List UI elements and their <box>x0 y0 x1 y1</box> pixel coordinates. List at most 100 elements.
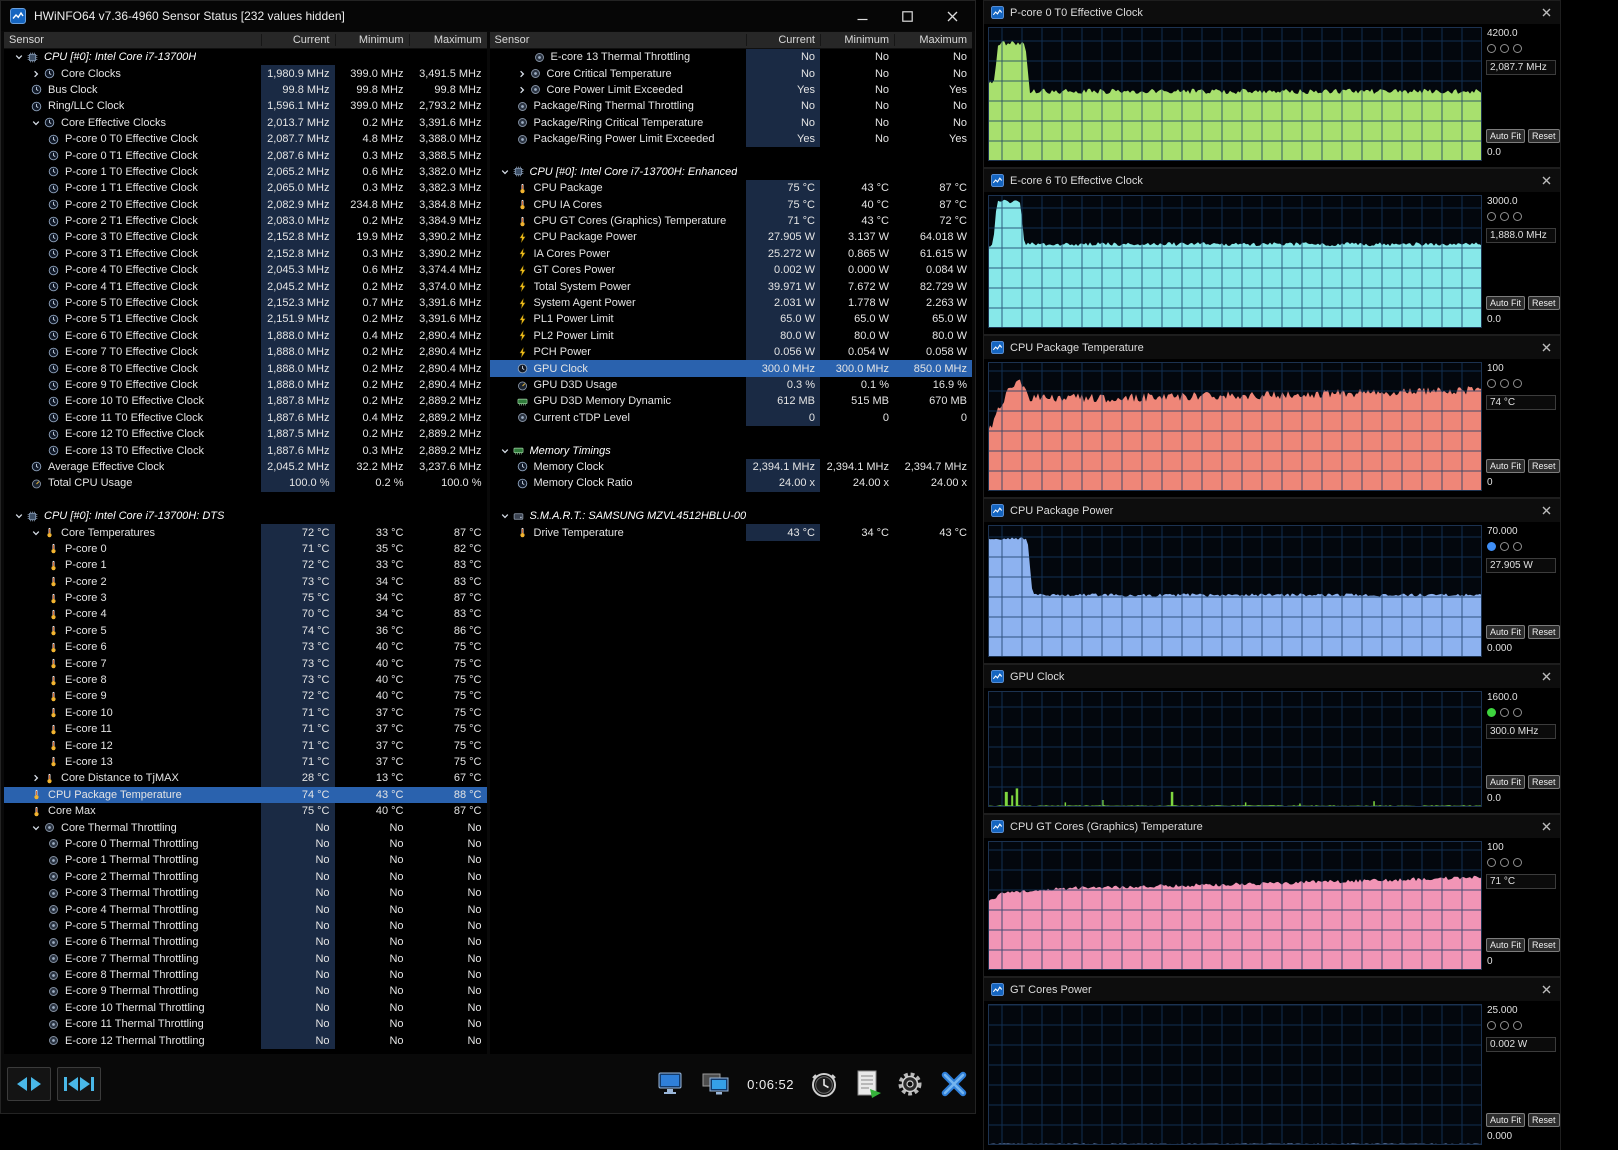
auto-fit-button[interactable]: Auto Fit <box>1486 775 1525 789</box>
sensor-row[interactable]: Total CPU Usage100.0 %0.2 %100.0 % <box>4 475 487 491</box>
titlebar[interactable]: HWiNFO64 v7.36-4960 Sensor Status [232 v… <box>1 1 975 31</box>
column-header-current[interactable]: Current <box>261 34 335 46</box>
auto-fit-button[interactable]: Auto Fit <box>1486 1113 1525 1127</box>
sensor-row[interactable]: E-core 1171 °C37 °C75 °C <box>4 721 487 737</box>
sensor-row[interactable]: PCH Power0.056 W0.054 W0.058 W <box>490 344 973 360</box>
clock-button[interactable] <box>809 1069 839 1099</box>
close-sensors-button[interactable] <box>939 1069 969 1099</box>
sensor-group-row[interactable]: CPU [#0]: Intel Core i7-13700H: DTS <box>4 508 487 524</box>
sensor-row[interactable]: P-core 2 Thermal ThrottlingNoNoNo <box>4 869 487 885</box>
sensor-row[interactable]: E-core 8 T0 Effective Clock1,888.0 MHz0.… <box>4 360 487 376</box>
series-color-dot[interactable] <box>1487 542 1496 551</box>
sensor-group-row[interactable]: Memory Timings <box>490 442 973 458</box>
sensor-row[interactable]: E-core 773 °C40 °C75 °C <box>4 655 487 671</box>
close-icon[interactable] <box>1540 670 1553 683</box>
sensor-row[interactable]: CPU GT Cores (Graphics) Temperature71 °C… <box>490 213 973 229</box>
sensor-row[interactable]: E-core 1371 °C37 °C75 °C <box>4 754 487 770</box>
column-header-maximum[interactable]: Maximum <box>894 34 972 46</box>
sensor-row[interactable]: E-core 6 T0 Effective Clock1,888.0 MHz0.… <box>4 328 487 344</box>
minimize-button[interactable] <box>840 1 885 31</box>
sensor-row[interactable]: P-core 5 Thermal ThrottlingNoNoNo <box>4 918 487 934</box>
reset-button[interactable]: Reset <box>1528 775 1560 789</box>
move-first-last-button[interactable] <box>57 1067 101 1101</box>
sensor-row[interactable]: E-core 9 T0 Effective Clock1,888.0 MHz0.… <box>4 377 487 393</box>
column-header-minimum[interactable]: Minimum <box>335 34 409 46</box>
sensor-row[interactable]: Total System Power39.971 W7.672 W82.729 … <box>490 278 973 294</box>
graph-titlebar[interactable]: GPU Clock <box>984 665 1560 688</box>
reset-button[interactable]: Reset <box>1528 625 1560 639</box>
sensor-row[interactable]: Memory Clock Ratio24.00 x24.00 x24.00 x <box>490 475 973 491</box>
collapse-chevron-icon[interactable] <box>500 446 513 456</box>
sensor-row[interactable]: E-core 7 T0 Effective Clock1,888.0 MHz0.… <box>4 344 487 360</box>
settings-gear-button[interactable] <box>896 1070 924 1098</box>
close-icon[interactable] <box>1540 174 1553 187</box>
sensor-row[interactable]: E-core 10 T0 Effective Clock1,887.8 MHz0… <box>4 393 487 409</box>
collapse-chevron-icon[interactable] <box>14 511 27 521</box>
series-color-dot[interactable] <box>1513 708 1522 717</box>
auto-fit-button[interactable]: Auto Fit <box>1486 129 1525 143</box>
sensor-row[interactable]: P-core 5 T0 Effective Clock2,152.3 MHz0.… <box>4 295 487 311</box>
series-color-dot[interactable] <box>1500 212 1509 221</box>
auto-fit-button[interactable]: Auto Fit <box>1486 938 1525 952</box>
series-color-dot[interactable] <box>1513 1021 1522 1030</box>
graph-titlebar[interactable]: CPU Package Power <box>984 499 1560 522</box>
monitor-button[interactable] <box>655 1070 685 1098</box>
auto-fit-button[interactable]: Auto Fit <box>1486 625 1525 639</box>
sensor-row[interactable]: E-core 7 Thermal ThrottlingNoNoNo <box>4 950 487 966</box>
sensor-row[interactable]: Memory Clock2,394.1 MHz2,394.1 MHz2,394.… <box>490 459 973 475</box>
column-header-current[interactable]: Current <box>746 34 820 46</box>
sensor-row[interactable]: PL2 Power Limit80.0 W80.0 W80.0 W <box>490 328 973 344</box>
sensor-row[interactable]: Core Temperatures72 °C33 °C87 °C <box>4 524 487 540</box>
sensor-row[interactable]: CPU IA Cores75 °C40 °C87 °C <box>490 197 973 213</box>
collapse-chevron-icon[interactable] <box>31 823 44 833</box>
reset-button[interactable]: Reset <box>1528 459 1560 473</box>
sensor-row[interactable]: P-core 1 T0 Effective Clock2,065.2 MHz0.… <box>4 164 487 180</box>
sensor-row[interactable]: P-core 4 Thermal ThrottlingNoNoNo <box>4 901 487 917</box>
sensor-row[interactable]: E-core 11 T0 Effective Clock1,887.6 MHz0… <box>4 410 487 426</box>
sensor-group-row[interactable]: CPU [#0]: Intel Core i7-13700H <box>4 49 487 65</box>
sensor-row[interactable]: P-core 3 Thermal ThrottlingNoNoNo <box>4 885 487 901</box>
series-color-dot[interactable] <box>1513 379 1522 388</box>
column-header-sensor[interactable]: Sensor <box>4 34 261 46</box>
sensor-row[interactable]: IA Cores Power25.272 W0.865 W61.615 W <box>490 246 973 262</box>
close-icon[interactable] <box>1540 504 1553 517</box>
series-color-dot[interactable] <box>1500 542 1509 551</box>
sensor-row[interactable]: GPU D3D Usage0.3 %0.1 %16.9 % <box>490 377 973 393</box>
series-color-dot[interactable] <box>1487 44 1496 53</box>
sensor-row[interactable]: P-core 2 T1 Effective Clock2,083.0 MHz0.… <box>4 213 487 229</box>
series-color-dot[interactable] <box>1487 708 1496 717</box>
sensor-row[interactable]: E-core 1071 °C37 °C75 °C <box>4 705 487 721</box>
series-color-dot[interactable] <box>1500 1021 1509 1030</box>
sensor-row[interactable]: P-core 0 T1 Effective Clock2,087.6 MHz0.… <box>4 147 487 163</box>
graph-titlebar[interactable]: CPU Package Temperature <box>984 336 1560 359</box>
sensor-group-row[interactable]: S.M.A.R.T.: SAMSUNG MZVL4512HBLU-00... <box>490 508 973 524</box>
sensor-row[interactable]: Bus Clock99.8 MHz99.8 MHz99.8 MHz <box>4 82 487 98</box>
graph-titlebar[interactable]: P-core 0 T0 Effective Clock <box>984 1 1560 24</box>
sensor-row[interactable]: Core Thermal ThrottlingNoNoNo <box>4 819 487 835</box>
sensor-row[interactable]: GT Cores Power0.002 W0.000 W0.084 W <box>490 262 973 278</box>
sensor-row[interactable]: P-core 0 T0 Effective Clock2,087.7 MHz4.… <box>4 131 487 147</box>
sensor-row[interactable]: P-core 3 T1 Effective Clock2,152.8 MHz0.… <box>4 246 487 262</box>
series-color-dot[interactable] <box>1500 858 1509 867</box>
sensor-row[interactable]: Package/Ring Critical TemperatureNoNoNo <box>490 115 973 131</box>
graph-titlebar[interactable]: E-core 6 T0 Effective Clock <box>984 169 1560 192</box>
sensor-row[interactable]: E-core 673 °C40 °C75 °C <box>4 639 487 655</box>
expand-chevron-icon[interactable] <box>517 69 530 79</box>
series-color-dot[interactable] <box>1500 44 1509 53</box>
expand-chevron-icon[interactable] <box>517 85 530 95</box>
sensor-row[interactable]: Drive Temperature43 °C34 °C43 °C <box>490 524 973 540</box>
sensor-row[interactable]: Ring/LLC Clock1,596.1 MHz399.0 MHz2,793.… <box>4 98 487 114</box>
graph-titlebar[interactable]: CPU GT Cores (Graphics) Temperature <box>984 815 1560 838</box>
close-button[interactable] <box>930 1 975 31</box>
report-button[interactable] <box>854 1069 881 1099</box>
reset-button[interactable]: Reset <box>1528 129 1560 143</box>
sensor-row[interactable]: E-core 13 Thermal ThrottlingNoNoNo <box>490 49 973 65</box>
sensor-row[interactable]: P-core 574 °C36 °C86 °C <box>4 623 487 639</box>
sensor-row[interactable]: E-core 8 Thermal ThrottlingNoNoNo <box>4 967 487 983</box>
reset-button[interactable]: Reset <box>1528 1113 1560 1127</box>
close-icon[interactable] <box>1540 983 1553 996</box>
sensor-row[interactable]: Core Power Limit ExceededYesNoYes <box>490 82 973 98</box>
sensor-row[interactable]: CPU Package75 °C43 °C87 °C <box>490 180 973 196</box>
sensor-row[interactable]: E-core 13 T0 Effective Clock1,887.6 MHz0… <box>4 442 487 458</box>
sensor-row[interactable]: Package/Ring Power Limit ExceededYesNoYe… <box>490 131 973 147</box>
